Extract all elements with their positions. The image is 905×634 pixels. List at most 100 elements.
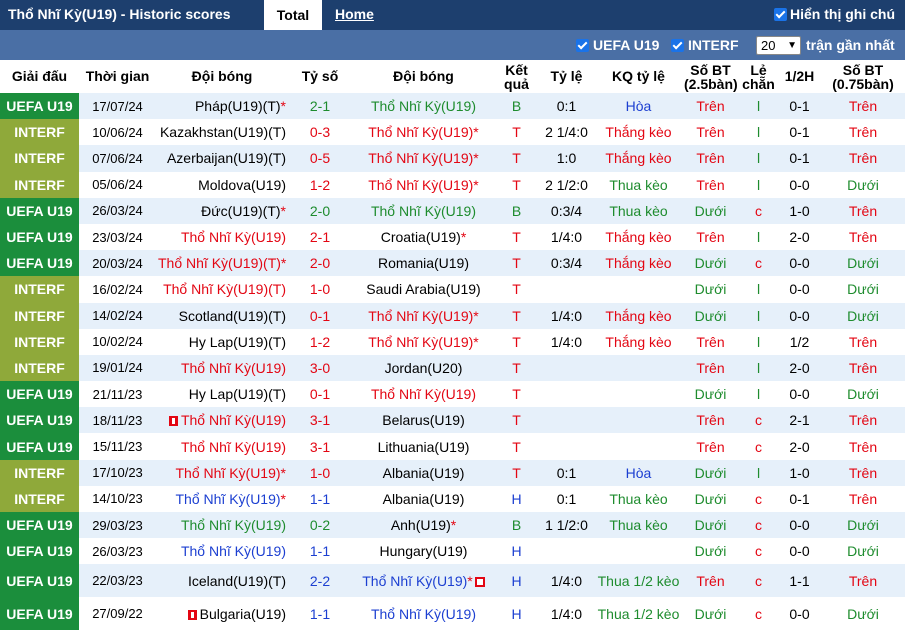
away-team[interactable]: Lithuania(U19): [352, 433, 495, 460]
match-score[interactable]: 0-1: [288, 302, 352, 329]
away-team[interactable]: Saudi Arabia(U19): [352, 276, 495, 303]
away-team[interactable]: Belarus(U19): [352, 407, 495, 434]
away-team-name[interactable]: Thổ Nhĩ Kỳ(U19): [368, 124, 473, 140]
away-team[interactable]: Thổ Nhĩ Kỳ(U19)*: [352, 145, 495, 172]
tab-total[interactable]: Total: [264, 0, 322, 30]
away-team-name[interactable]: Thổ Nhĩ Kỳ(U19): [368, 308, 473, 324]
match-score[interactable]: 0-5: [288, 145, 352, 172]
home-team-name[interactable]: Hy Lap(U19)(T): [189, 386, 286, 402]
home-team[interactable]: Thổ Nhĩ Kỳ(U19): [156, 223, 288, 251]
home-team-name[interactable]: Thổ Nhĩ Kỳ(U19): [181, 229, 286, 245]
away-team-name[interactable]: Thổ Nhĩ Kỳ(U19): [362, 573, 467, 589]
away-team-name[interactable]: Romania(U19): [378, 255, 469, 271]
away-team-name[interactable]: Lithuania(U19): [378, 439, 470, 455]
league-badge[interactable]: UEFA U19: [0, 538, 79, 565]
league-badge[interactable]: UEFA U19: [0, 597, 79, 631]
home-team-name[interactable]: Hy Lap(U19)(T): [189, 334, 286, 350]
home-team[interactable]: Thổ Nhĩ Kỳ(U19): [156, 407, 288, 434]
away-team[interactable]: Hungary(U19): [352, 538, 495, 565]
away-team[interactable]: Anh(U19)*: [352, 512, 495, 539]
match-score[interactable]: 3-1: [288, 407, 352, 434]
home-team[interactable]: Thổ Nhĩ Kỳ(U19): [156, 512, 288, 539]
home-team-name[interactable]: Thổ Nhĩ Kỳ(U19): [181, 360, 286, 376]
home-team[interactable]: Thổ Nhĩ Kỳ(U19)*: [156, 459, 288, 486]
match-score[interactable]: 2-1: [288, 93, 352, 120]
match-score[interactable]: 2-1: [288, 223, 352, 251]
league-badge[interactable]: UEFA U19: [0, 407, 79, 434]
match-score[interactable]: 1-0: [288, 459, 352, 486]
league-badge[interactable]: INTERF: [0, 328, 79, 355]
away-team-name[interactable]: Thổ Nhĩ Kỳ(U19): [368, 177, 473, 193]
home-team[interactable]: Thổ Nhĩ Kỳ(U19)(T): [156, 276, 288, 303]
away-team[interactable]: Romania(U19): [352, 250, 495, 277]
away-team-name[interactable]: Thổ Nhĩ Kỳ(U19): [368, 150, 473, 166]
away-team-name[interactable]: Croatia(U19): [381, 229, 461, 245]
league-badge[interactable]: INTERF: [0, 276, 79, 303]
checkbox-icon[interactable]: [576, 38, 589, 52]
match-score[interactable]: 1-1: [288, 597, 352, 631]
away-team-name[interactable]: Belarus(U19): [382, 412, 464, 428]
league-badge[interactable]: UEFA U19: [0, 433, 79, 460]
home-team[interactable]: Bulgaria(U19): [156, 597, 288, 631]
home-team-name[interactable]: Thổ Nhĩ Kỳ(U19): [181, 412, 286, 428]
league-badge[interactable]: INTERF: [0, 145, 79, 172]
away-team-name[interactable]: Albania(U19): [383, 465, 465, 481]
away-team[interactable]: Thổ Nhĩ Kỳ(U19): [352, 197, 495, 224]
home-team-name[interactable]: Azerbaijan(U19)(T): [167, 150, 286, 166]
away-team[interactable]: Thổ Nhĩ Kỳ(U19): [352, 597, 495, 631]
league-badge[interactable]: INTERF: [0, 171, 79, 198]
home-team-name[interactable]: Pháp(U19)(T): [195, 98, 281, 114]
away-team-name[interactable]: Thổ Nhĩ Kỳ(U19): [368, 334, 473, 350]
home-team[interactable]: Azerbaijan(U19)(T): [156, 145, 288, 172]
away-team[interactable]: Thổ Nhĩ Kỳ(U19)*: [352, 171, 495, 198]
away-team[interactable]: Jordan(U20): [352, 354, 495, 382]
league-badge[interactable]: INTERF: [0, 354, 79, 382]
league-badge[interactable]: INTERF: [0, 119, 79, 146]
league-badge[interactable]: INTERF: [0, 485, 79, 512]
away-team[interactable]: Albania(U19): [352, 459, 495, 486]
match-score[interactable]: 1-1: [288, 538, 352, 565]
away-team[interactable]: Thổ Nhĩ Kỳ(U19)*: [352, 564, 495, 598]
away-team-name[interactable]: Thổ Nhĩ Kỳ(U19): [371, 386, 476, 402]
away-team[interactable]: Croatia(U19)*: [352, 223, 495, 251]
match-count-select[interactable]: 20 ▼: [756, 36, 801, 55]
league-badge[interactable]: INTERF: [0, 459, 79, 486]
away-team-name[interactable]: Thổ Nhĩ Kỳ(U19): [371, 98, 476, 114]
home-team-name[interactable]: Moldova(U19): [198, 177, 286, 193]
away-team-name[interactable]: Saudi Arabia(U19): [366, 281, 480, 297]
home-team[interactable]: Thổ Nhĩ Kỳ(U19): [156, 538, 288, 565]
away-team[interactable]: Thổ Nhĩ Kỳ(U19): [352, 93, 495, 120]
home-team-name[interactable]: Bulgaria(U19): [200, 606, 286, 622]
league-badge[interactable]: UEFA U19: [0, 250, 79, 277]
home-team-name[interactable]: Thổ Nhĩ Kỳ(U19): [181, 439, 286, 455]
home-team[interactable]: Thổ Nhĩ Kỳ(U19): [156, 354, 288, 382]
match-score[interactable]: 3-1: [288, 433, 352, 460]
away-team-name[interactable]: Hungary(U19): [380, 543, 468, 559]
filter-interf[interactable]: INTERF: [671, 37, 739, 53]
home-team-name[interactable]: Iceland(U19)(T): [188, 573, 286, 589]
away-team-name[interactable]: Albania(U19): [383, 491, 465, 507]
home-team[interactable]: Hy Lap(U19)(T): [156, 381, 288, 408]
match-score[interactable]: 1-2: [288, 328, 352, 355]
home-team[interactable]: Pháp(U19)(T)*: [156, 93, 288, 120]
show-notes-toggle[interactable]: Hiển thị ghi chú: [774, 6, 895, 22]
away-team-name[interactable]: Thổ Nhĩ Kỳ(U19): [371, 203, 476, 219]
match-score[interactable]: 1-0: [288, 276, 352, 303]
match-score[interactable]: 2-2: [288, 564, 352, 598]
home-team-name[interactable]: Thổ Nhĩ Kỳ(U19): [181, 517, 286, 533]
match-score[interactable]: 2-0: [288, 250, 352, 277]
home-team-name[interactable]: Thổ Nhĩ Kỳ(U19)(T): [163, 281, 286, 297]
match-score[interactable]: 1-1: [288, 485, 352, 512]
away-team-name[interactable]: Jordan(U20): [385, 360, 463, 376]
league-badge[interactable]: INTERF: [0, 302, 79, 329]
match-score[interactable]: 0-2: [288, 512, 352, 539]
away-team[interactable]: Thổ Nhĩ Kỳ(U19)*: [352, 119, 495, 146]
league-badge[interactable]: UEFA U19: [0, 223, 79, 251]
match-score[interactable]: 0-3: [288, 119, 352, 146]
home-team-name[interactable]: Kazakhstan(U19)(T): [160, 124, 286, 140]
match-score[interactable]: 2-0: [288, 197, 352, 224]
home-team[interactable]: Thổ Nhĩ Kỳ(U19): [156, 433, 288, 460]
league-badge[interactable]: UEFA U19: [0, 93, 79, 120]
league-badge[interactable]: UEFA U19: [0, 564, 79, 598]
away-team[interactable]: Albania(U19): [352, 485, 495, 512]
